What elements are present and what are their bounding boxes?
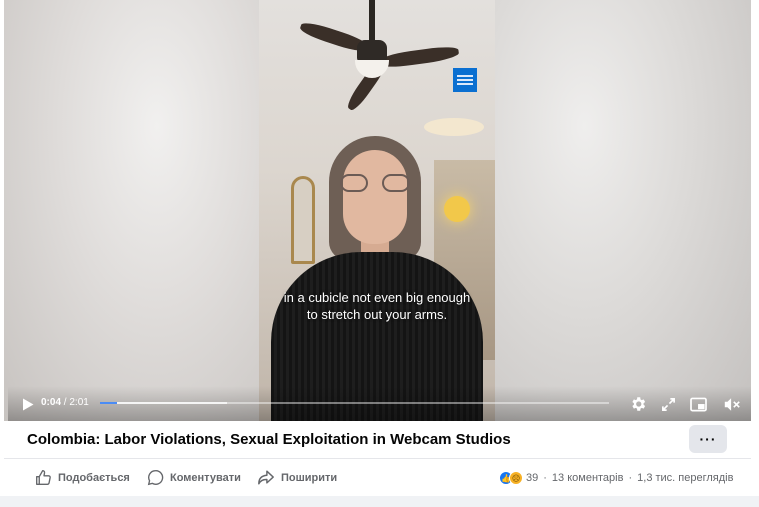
progress-bar[interactable]	[100, 402, 609, 404]
time-display: 0:04 / 2:01	[41, 397, 89, 408]
comments-count[interactable]: 13 коментарів	[552, 472, 624, 484]
fullscreen-icon[interactable]	[658, 395, 678, 413]
like-label: Подобається	[58, 471, 130, 484]
video-title: Colombia: Labor Violations, Sexual Explo…	[27, 431, 511, 448]
ceiling-fan-light	[355, 60, 389, 78]
ceiling-fan-rod	[369, 0, 375, 45]
views-count: 1,3 тис. переглядів	[637, 472, 734, 484]
lamp	[444, 196, 470, 222]
comment-label: Коментувати	[170, 471, 241, 484]
ceiling-fan-body	[357, 40, 387, 62]
glasses	[340, 174, 410, 192]
video-subtitle: in a cubicle not even big enough to stre…	[259, 289, 495, 323]
video-post: in a cubicle not even big enough to stre…	[0, 0, 759, 507]
ceiling-light	[424, 118, 484, 136]
player-controls: 0:04 / 2:01	[8, 386, 751, 421]
thumbs-up-icon	[36, 470, 51, 485]
progress-buffer	[100, 402, 228, 404]
time-total: 2:01	[69, 397, 89, 408]
blurred-background-right	[495, 0, 751, 421]
picture-in-picture-icon[interactable]	[688, 395, 708, 413]
sad-reaction-icon[interactable]: ☹	[509, 471, 523, 485]
stats-separator: ·	[628, 472, 633, 484]
post-action-row: Подобається Коментувати Поширити 👍 ☹ 39 …	[4, 460, 751, 496]
reactions-count[interactable]: 39	[526, 472, 538, 484]
hrw-logo	[453, 68, 477, 92]
more-options-button[interactable]: ···	[689, 425, 727, 453]
video-frame[interactable]	[259, 0, 495, 421]
share-button[interactable]: Поширити	[257, 469, 337, 486]
subtitle-line: in a cubicle not even big enough	[283, 290, 471, 305]
like-button[interactable]: Подобається	[35, 469, 130, 486]
settings-icon[interactable]	[628, 395, 648, 413]
stats-separator: ·	[543, 472, 547, 484]
fan-blade	[378, 44, 460, 70]
comment-icon	[147, 470, 164, 486]
time-current: 0:04	[41, 397, 62, 408]
comment-button[interactable]: Коментувати	[147, 469, 241, 486]
post-title-row: Colombia: Labor Violations, Sexual Explo…	[4, 421, 751, 459]
video-player[interactable]: in a cubicle not even big enough to stre…	[4, 0, 751, 421]
wall-mirror	[291, 176, 315, 264]
subtitle-line: to stretch out your arms.	[306, 307, 448, 322]
play-icon[interactable]	[18, 395, 38, 413]
mute-icon[interactable]	[722, 395, 742, 413]
share-label: Поширити	[281, 471, 338, 484]
post-stats: 👍 ☹ 39 · 13 коментарів · 1,3 тис. перегл…	[499, 471, 733, 485]
feed-separator	[0, 496, 759, 507]
blurred-background-left	[4, 0, 259, 421]
person-face	[343, 150, 407, 244]
share-icon	[258, 470, 274, 485]
progress-played	[100, 402, 117, 404]
